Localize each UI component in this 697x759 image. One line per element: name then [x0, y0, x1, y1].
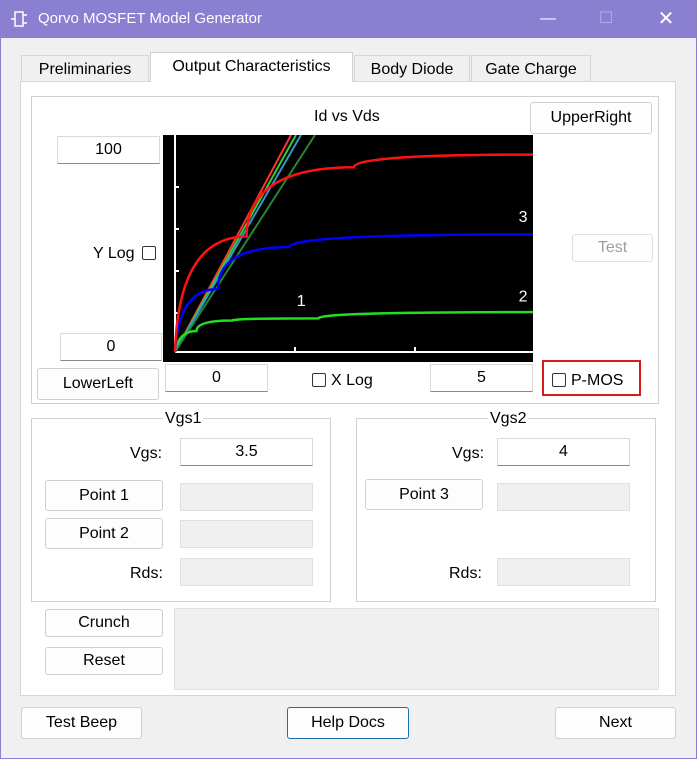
app-icon	[11, 11, 27, 27]
x-max-input[interactable]: 5	[430, 364, 533, 392]
minimize-button[interactable]: —	[528, 4, 568, 34]
y-log-checkbox[interactable]	[142, 246, 156, 260]
series-curve-0	[173, 310, 533, 353]
y-min-input[interactable]: 0	[60, 333, 162, 361]
point3-output	[497, 483, 630, 511]
crunch-button[interactable]: Crunch	[45, 609, 163, 637]
test-beep-button[interactable]: Test Beep	[21, 707, 142, 739]
vgs2-vgs-label: Vgs:	[452, 445, 485, 462]
help-docs-button[interactable]: Help Docs	[287, 707, 409, 739]
point1-output	[180, 483, 313, 511]
maximize-button[interactable]: ☐	[586, 4, 626, 34]
tab-preliminaries[interactable]: Preliminaries	[21, 55, 149, 83]
vgs1-vgs-label: Vgs:	[130, 445, 163, 462]
tab-gate-charge[interactable]: Gate Charge	[471, 55, 591, 83]
title-bar: Qorvo MOSFET Model Generator — ☐ ✕	[0, 0, 697, 38]
curve-annotation-0: 1	[297, 293, 306, 310]
id-vs-vds-chart: 1 2 3	[163, 135, 533, 362]
chart-title: Id vs Vds	[314, 108, 380, 125]
curve-annotation-2: 3	[519, 209, 528, 226]
vgs1-rds-label: Rds:	[130, 565, 163, 582]
test-button[interactable]: Test	[572, 234, 653, 262]
vgs2-title: Vgs2	[488, 410, 529, 428]
x-log-checkbox[interactable]	[312, 373, 326, 387]
close-button[interactable]: ✕	[646, 4, 686, 34]
x-min-input[interactable]: 0	[165, 364, 268, 392]
x-log-label: X Log	[331, 372, 373, 389]
vgs2-rds-label: Rds:	[449, 565, 482, 582]
pmos-label: P-MOS	[571, 372, 624, 389]
next-button[interactable]: Next	[555, 707, 676, 739]
y-log-label: Y Log	[93, 245, 135, 262]
vgs1-rds-output	[180, 558, 313, 586]
point2-button[interactable]: Point 2	[45, 518, 163, 549]
vgs1-title: Vgs1	[163, 410, 204, 428]
curve-annotation-1: 2	[519, 289, 528, 306]
point2-output	[180, 520, 313, 548]
chart-svg: 1 2 3	[173, 135, 533, 353]
upper-right-button[interactable]: UpperRight	[530, 102, 652, 134]
vgs2-vgs-input[interactable]: 4	[497, 438, 630, 466]
point3-button[interactable]: Point 3	[365, 479, 483, 510]
tab-output-characteristics[interactable]: Output Characteristics	[150, 52, 353, 82]
reset-button[interactable]: Reset	[45, 647, 163, 675]
pmos-checkbox[interactable]	[552, 373, 566, 387]
y-max-input[interactable]: 100	[57, 136, 160, 164]
vgs2-rds-output	[497, 558, 630, 586]
lower-left-button[interactable]: LowerLeft	[37, 368, 159, 400]
vgs1-vgs-input[interactable]: 3.5	[180, 438, 313, 466]
window-title: Qorvo MOSFET Model Generator	[38, 10, 262, 27]
tab-body-diode[interactable]: Body Diode	[354, 55, 470, 83]
point1-button[interactable]: Point 1	[45, 480, 163, 511]
crunch-output-area	[174, 608, 659, 690]
